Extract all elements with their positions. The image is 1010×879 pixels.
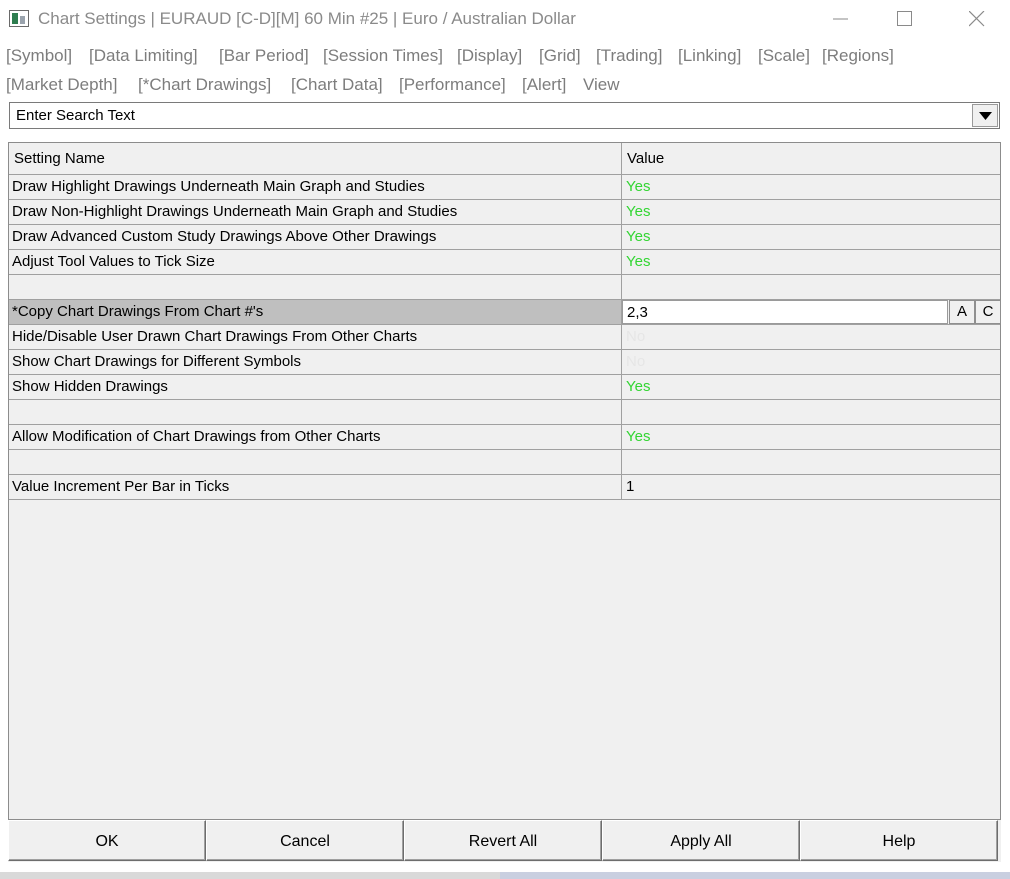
minimize-icon (833, 18, 848, 20)
tab-chart-data[interactable]: [Chart Data] (291, 75, 383, 95)
chevron-down-icon (979, 112, 992, 120)
chart-numbers-input[interactable] (623, 301, 947, 323)
apply-all-button[interactable]: Apply All (602, 820, 800, 861)
spacer-row (9, 450, 1000, 475)
close-button[interactable] (954, 0, 1000, 38)
setting-name: *Copy Chart Drawings From Chart #'s (9, 300, 622, 324)
dialog-button-bar: OK Cancel Revert All Apply All Help (8, 820, 1001, 862)
setting-row-selected[interactable]: *Copy Chart Drawings From Chart #'s A C (9, 300, 1001, 325)
column-header-setting-name: Setting Name (9, 143, 622, 174)
ok-button[interactable]: OK (8, 820, 206, 861)
setting-row[interactable]: Hide/Disable User Drawn Chart Drawings F… (9, 325, 1000, 350)
setting-row[interactable]: Allow Modification of Chart Drawings fro… (9, 425, 1000, 450)
tab-display[interactable]: [Display] (457, 46, 522, 66)
tab-chart-drawings[interactable]: [*Chart Drawings] (138, 75, 271, 95)
tab-trading[interactable]: [Trading] (596, 46, 662, 66)
tab-linking[interactable]: [Linking] (678, 46, 741, 66)
setting-row[interactable]: Show Hidden Drawings Yes (9, 375, 1000, 400)
setting-value[interactable]: Yes (622, 250, 1000, 274)
setting-row[interactable]: Value Increment Per Bar in Ticks 1 (9, 475, 1000, 500)
title-bar: Chart Settings | EURAUD [C-D][M] 60 Min … (0, 0, 1010, 40)
setting-value[interactable]: No (622, 325, 1000, 349)
setting-name: Draw Advanced Custom Study Drawings Abov… (9, 225, 622, 249)
setting-row[interactable]: Draw Non-Highlight Drawings Underneath M… (9, 200, 1000, 225)
spacer-row (9, 400, 1000, 425)
tab-grid[interactable]: [Grid] (539, 46, 581, 66)
settings-grid: Setting Name Value Draw Highlight Drawin… (8, 142, 1001, 820)
setting-name: Show Hidden Drawings (9, 375, 622, 399)
setting-row[interactable]: Show Chart Drawings for Different Symbol… (9, 350, 1000, 375)
setting-name (9, 400, 622, 424)
c-button[interactable]: C (975, 300, 1001, 324)
tab-session-times[interactable]: [Session Times] (323, 46, 443, 66)
revert-all-button[interactable]: Revert All (404, 820, 602, 861)
window-title: Chart Settings | EURAUD [C-D][M] 60 Min … (38, 9, 576, 28)
setting-value[interactable]: Yes (622, 425, 1000, 449)
setting-value[interactable]: 1 (622, 475, 1000, 499)
setting-row[interactable]: Adjust Tool Values to Tick Size Yes (9, 250, 1000, 275)
setting-value[interactable]: Yes (622, 225, 1000, 249)
setting-value[interactable]: Yes (622, 375, 1000, 399)
background-strip (0, 862, 1010, 879)
grid-header: Setting Name Value (9, 143, 1000, 175)
maximize-button[interactable] (882, 0, 928, 38)
tab-regions[interactable]: [Regions] (822, 46, 894, 66)
maximize-icon (897, 11, 912, 26)
setting-name: Hide/Disable User Drawn Chart Drawings F… (9, 325, 622, 349)
chart-numbers-edit-box (622, 300, 948, 324)
tab-market-depth[interactable]: [Market Depth] (6, 75, 118, 95)
setting-name: Draw Non-Highlight Drawings Underneath M… (9, 200, 622, 224)
setting-name (9, 450, 622, 474)
tab-data-limiting[interactable]: [Data Limiting] (89, 46, 198, 66)
setting-value[interactable]: Yes (622, 200, 1000, 224)
tab-view[interactable]: View (583, 75, 620, 95)
minimize-button[interactable] (818, 0, 864, 38)
setting-name: Draw Highlight Drawings Underneath Main … (9, 175, 622, 199)
chart-app-icon (9, 10, 29, 27)
setting-name: Value Increment Per Bar in Ticks (9, 475, 622, 499)
spacer-row (9, 275, 1000, 300)
help-button[interactable]: Help (800, 820, 998, 861)
setting-value[interactable]: Yes (622, 175, 1000, 199)
setting-row[interactable]: Draw Highlight Drawings Underneath Main … (9, 175, 1000, 200)
close-icon (969, 11, 985, 27)
setting-name: Show Chart Drawings for Different Symbol… (9, 350, 622, 374)
setting-name: Allow Modification of Chart Drawings fro… (9, 425, 622, 449)
setting-value (622, 400, 1000, 424)
tab-scale[interactable]: [Scale] (758, 46, 810, 66)
search-dropdown-button[interactable] (972, 104, 998, 127)
setting-name (9, 275, 622, 299)
search-input[interactable] (10, 103, 970, 128)
setting-value (622, 275, 1000, 299)
tab-bar-period[interactable]: [Bar Period] (219, 46, 309, 66)
tab-alert[interactable]: [Alert] (522, 75, 566, 95)
setting-name: Adjust Tool Values to Tick Size (9, 250, 622, 274)
tab-symbol[interactable]: [Symbol] (6, 46, 72, 66)
settings-tab-bar: [Symbol] [Data Limiting] [Bar Period] [S… (0, 40, 1010, 100)
cancel-button[interactable]: Cancel (206, 820, 404, 861)
setting-value (622, 450, 1000, 474)
setting-row[interactable]: Draw Advanced Custom Study Drawings Abov… (9, 225, 1000, 250)
a-button[interactable]: A (949, 300, 975, 324)
tab-performance[interactable]: [Performance] (399, 75, 506, 95)
setting-value[interactable]: No (622, 350, 1000, 374)
column-header-value: Value (627, 150, 665, 167)
search-combo (9, 102, 1000, 129)
